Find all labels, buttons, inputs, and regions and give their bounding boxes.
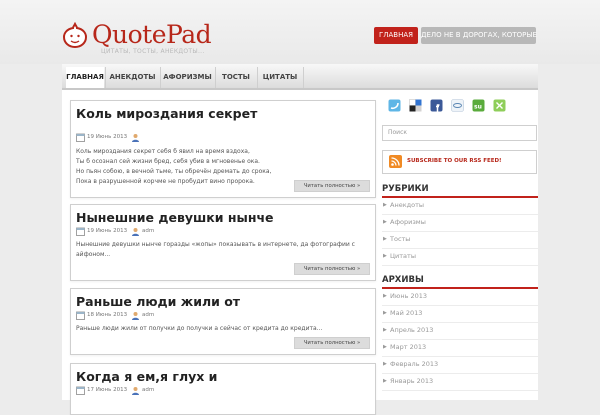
read-more-button[interactable]: Читать полностью » (294, 180, 370, 192)
post-excerpt: Нынешние девушки нынче горазды «жопы» по… (76, 241, 355, 258)
arrow-icon: ▶ (383, 236, 387, 242)
svg-text:su: su (474, 104, 482, 111)
arrow-icon: ▶ (383, 202, 387, 208)
arrow-icon: ▶ (383, 219, 387, 225)
arrow-icon: ▶ (383, 327, 387, 333)
post-title[interactable]: Раньше люди жили от (76, 294, 240, 309)
arrow-icon: ▶ (383, 361, 387, 367)
category-item[interactable]: ▶ Цитаты (382, 249, 538, 266)
rss-subscribe-box[interactable]: SUBSCRIBE TO OUR RSS FEED! (382, 150, 537, 174)
header-home-button[interactable]: ГЛАВНАЯ (374, 27, 418, 44)
site-header: QuotePad ЦИТАТЫ, ТОСТЫ, АНЕКДОТЫ... ГЛАВ… (0, 0, 600, 64)
arrow-icon: ▶ (383, 253, 387, 259)
arrow-icon: ▶ (383, 310, 387, 316)
nav-toasts[interactable]: ТОСТЫ (216, 67, 256, 88)
post-title[interactable]: Когда я ем,я глух и (76, 369, 217, 384)
user-icon (132, 134, 139, 142)
arrow-icon: ▶ (383, 293, 387, 299)
rss-subscribe-link[interactable]: SUBSCRIBE TO OUR RSS FEED! (407, 158, 502, 164)
nav-divider (303, 67, 304, 88)
post-title[interactable]: Нынешние девушки нынче (76, 210, 274, 225)
digg-icon[interactable] (451, 99, 464, 112)
user-icon (132, 228, 139, 236)
post-date: 19 Июнь 2013 (87, 228, 128, 234)
read-more-button[interactable]: Читать полностью » (294, 337, 370, 349)
post-author[interactable]: adm (142, 312, 154, 318)
delicious-icon[interactable] (409, 99, 422, 112)
arrow-icon: ▶ (383, 378, 387, 384)
archive-item[interactable]: ▶ Июнь 2013 (382, 289, 538, 306)
search-placeholder: Поиск (388, 129, 408, 136)
nav-quotes[interactable]: ЦИТАТЫ (258, 67, 302, 88)
technorati-icon[interactable] (493, 99, 506, 112)
post-card: Коль мироздания секрет 19 Июнь 2013 Коль… (70, 100, 376, 198)
categories-title: РУБРИКИ (382, 184, 429, 194)
calendar-icon (76, 227, 85, 236)
stumbleupon-icon[interactable]: su (472, 99, 485, 112)
calendar-icon (76, 386, 85, 395)
archive-item[interactable]: ▶ Февраль 2013 (382, 357, 538, 374)
archive-item[interactable]: ▶ Январь 2013 (382, 374, 538, 391)
post-card: Раньше люди жили от 18 Июнь 2013 adm Ран… (70, 288, 376, 355)
site-tagline: ЦИТАТЫ, ТОСТЫ, АНЕКДОТЫ... (101, 48, 205, 55)
site-title[interactable]: QuotePad (92, 20, 212, 49)
quote-face-logo-icon[interactable] (62, 22, 88, 48)
nav-aphorisms[interactable]: АФОРИЗМЫ (161, 67, 214, 88)
archive-item[interactable]: ▶ Март 2013 (382, 340, 538, 357)
facebook-icon[interactable] (430, 99, 443, 112)
archives-title: АРХИВЫ (382, 275, 424, 285)
archive-item[interactable]: ▶ Апрель 2013 (382, 323, 538, 340)
twitter-icon[interactable] (388, 99, 401, 112)
user-icon (132, 387, 139, 395)
archive-item[interactable]: ▶ Май 2013 (382, 306, 538, 323)
nav-home[interactable]: ГЛАВНАЯ (66, 67, 104, 88)
post-excerpt: Коль мироздания секрет себя б явил на вр… (76, 148, 272, 185)
category-item[interactable]: ▶ Афоризмы (382, 215, 538, 232)
post-card: Когда я ем,я глух и 17 Июнь 2013 adm (70, 363, 376, 415)
post-date: 17 Июнь 2013 (87, 387, 128, 393)
rss-icon (389, 155, 402, 168)
search-input[interactable]: Поиск (382, 125, 537, 141)
user-icon (132, 312, 139, 320)
post-excerpt: Раньше люди жили от получки до получки а… (76, 325, 323, 332)
main-navigation: ГЛАВНАЯ АНЕКДОТЫ АФОРИЗМЫ ТОСТЫ ЦИТАТЫ (62, 64, 538, 90)
category-item[interactable]: ▶ Анекдоты (382, 198, 538, 215)
arrow-icon: ▶ (383, 344, 387, 350)
category-item[interactable]: ▶ Тосты (382, 232, 538, 249)
calendar-icon (76, 133, 85, 142)
post-author[interactable]: adm (142, 387, 154, 393)
post-date: 19 Июнь 2013 (87, 134, 128, 140)
nav-anecdotes[interactable]: АНЕКДОТЫ (106, 67, 159, 88)
calendar-icon (76, 311, 85, 320)
post-card: Нынешние девушки нынче 19 Июнь 2013 adm … (70, 204, 376, 281)
post-author[interactable]: adm (142, 228, 154, 234)
header-page-button[interactable]: ДЕЛО НЕ В ДОРОГАХ, КОТОРЫЕ (421, 27, 537, 44)
read-more-button[interactable]: Читать полностью » (294, 263, 370, 275)
post-title[interactable]: Коль мироздания секрет (76, 106, 257, 121)
post-date: 18 Июнь 2013 (87, 312, 128, 318)
